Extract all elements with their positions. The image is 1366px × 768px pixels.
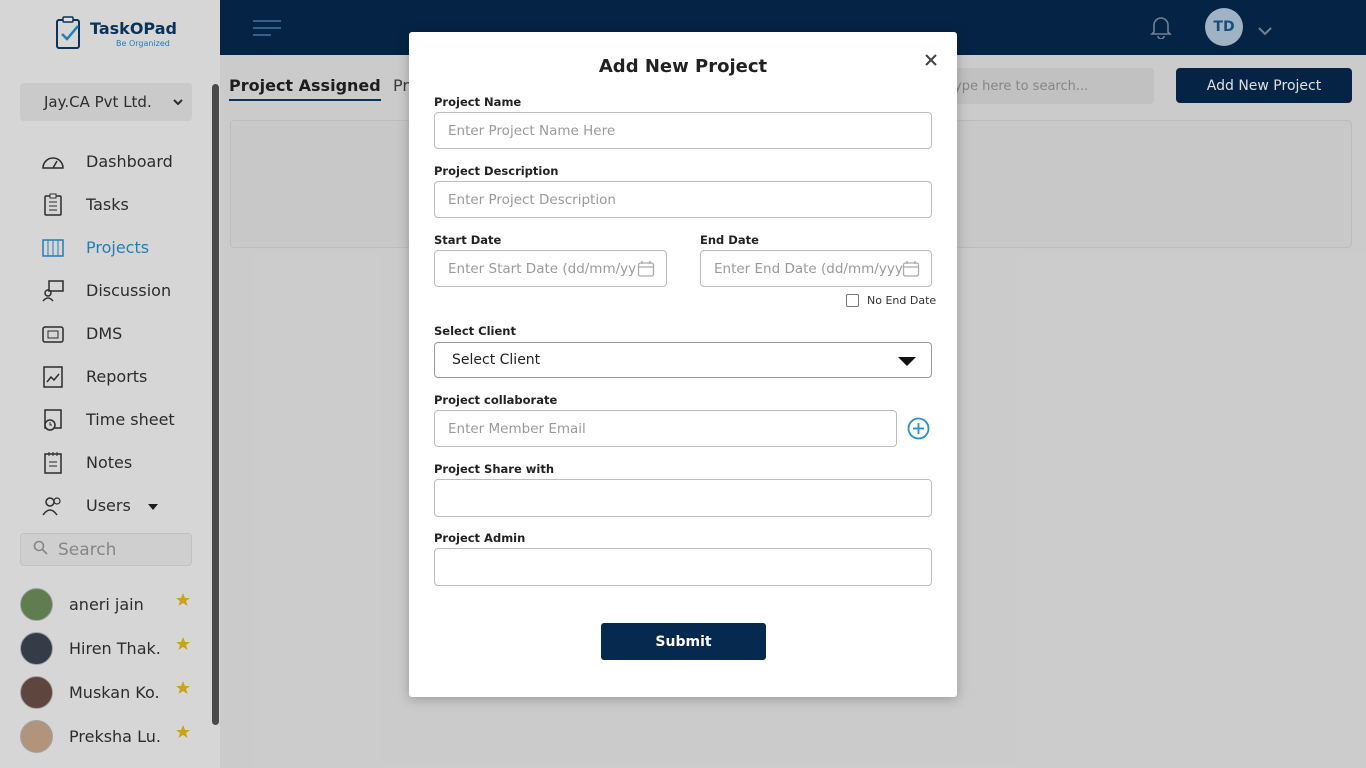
project-name-input[interactable]: Enter Project Name Here [434,112,932,149]
no-end-date-checkbox[interactable] [846,294,859,307]
project-description-label: Project Description [434,164,559,178]
calendar-icon[interactable] [637,260,655,282]
start-date-placeholder: Enter Start Date (dd/mm/yy [448,260,637,277]
modal-title: Add New Project [598,56,768,77]
share-with-label: Project Share with [434,462,555,476]
select-client-label: Select Client [434,324,516,338]
project-description-input[interactable]: Enter Project Description [434,181,932,218]
project-admin-input[interactable] [434,548,932,586]
start-date-input[interactable]: Enter Start Date (dd/mm/yy [434,250,667,287]
end-date-input[interactable]: Enter End Date (dd/mm/yyy [700,250,932,287]
no-end-date-option[interactable]: No End Date [846,294,936,307]
project-name-label: Project Name [434,95,522,109]
add-member-icon[interactable] [907,417,930,440]
start-date-label: Start Date [434,233,502,247]
no-end-date-label: No End Date [867,294,937,307]
end-date-placeholder: Enter End Date (dd/mm/yyy [714,260,903,277]
add-project-modal: Add New Project Project Name Enter Proje… [409,32,957,697]
share-with-input[interactable] [434,479,932,517]
collaborate-label: Project collaborate [434,393,558,407]
dropdown-arrow-icon [898,357,916,366]
calendar-icon[interactable] [902,260,920,282]
end-date-label: End Date [700,233,759,247]
project-admin-label: Project Admin [434,531,526,545]
submit-button[interactable]: Submit [601,623,766,660]
select-client-dropdown[interactable]: Select Client [434,342,932,378]
close-icon[interactable] [922,51,940,69]
select-client-value: Select Client [452,352,541,368]
member-email-input[interactable]: Enter Member Email [434,410,897,447]
